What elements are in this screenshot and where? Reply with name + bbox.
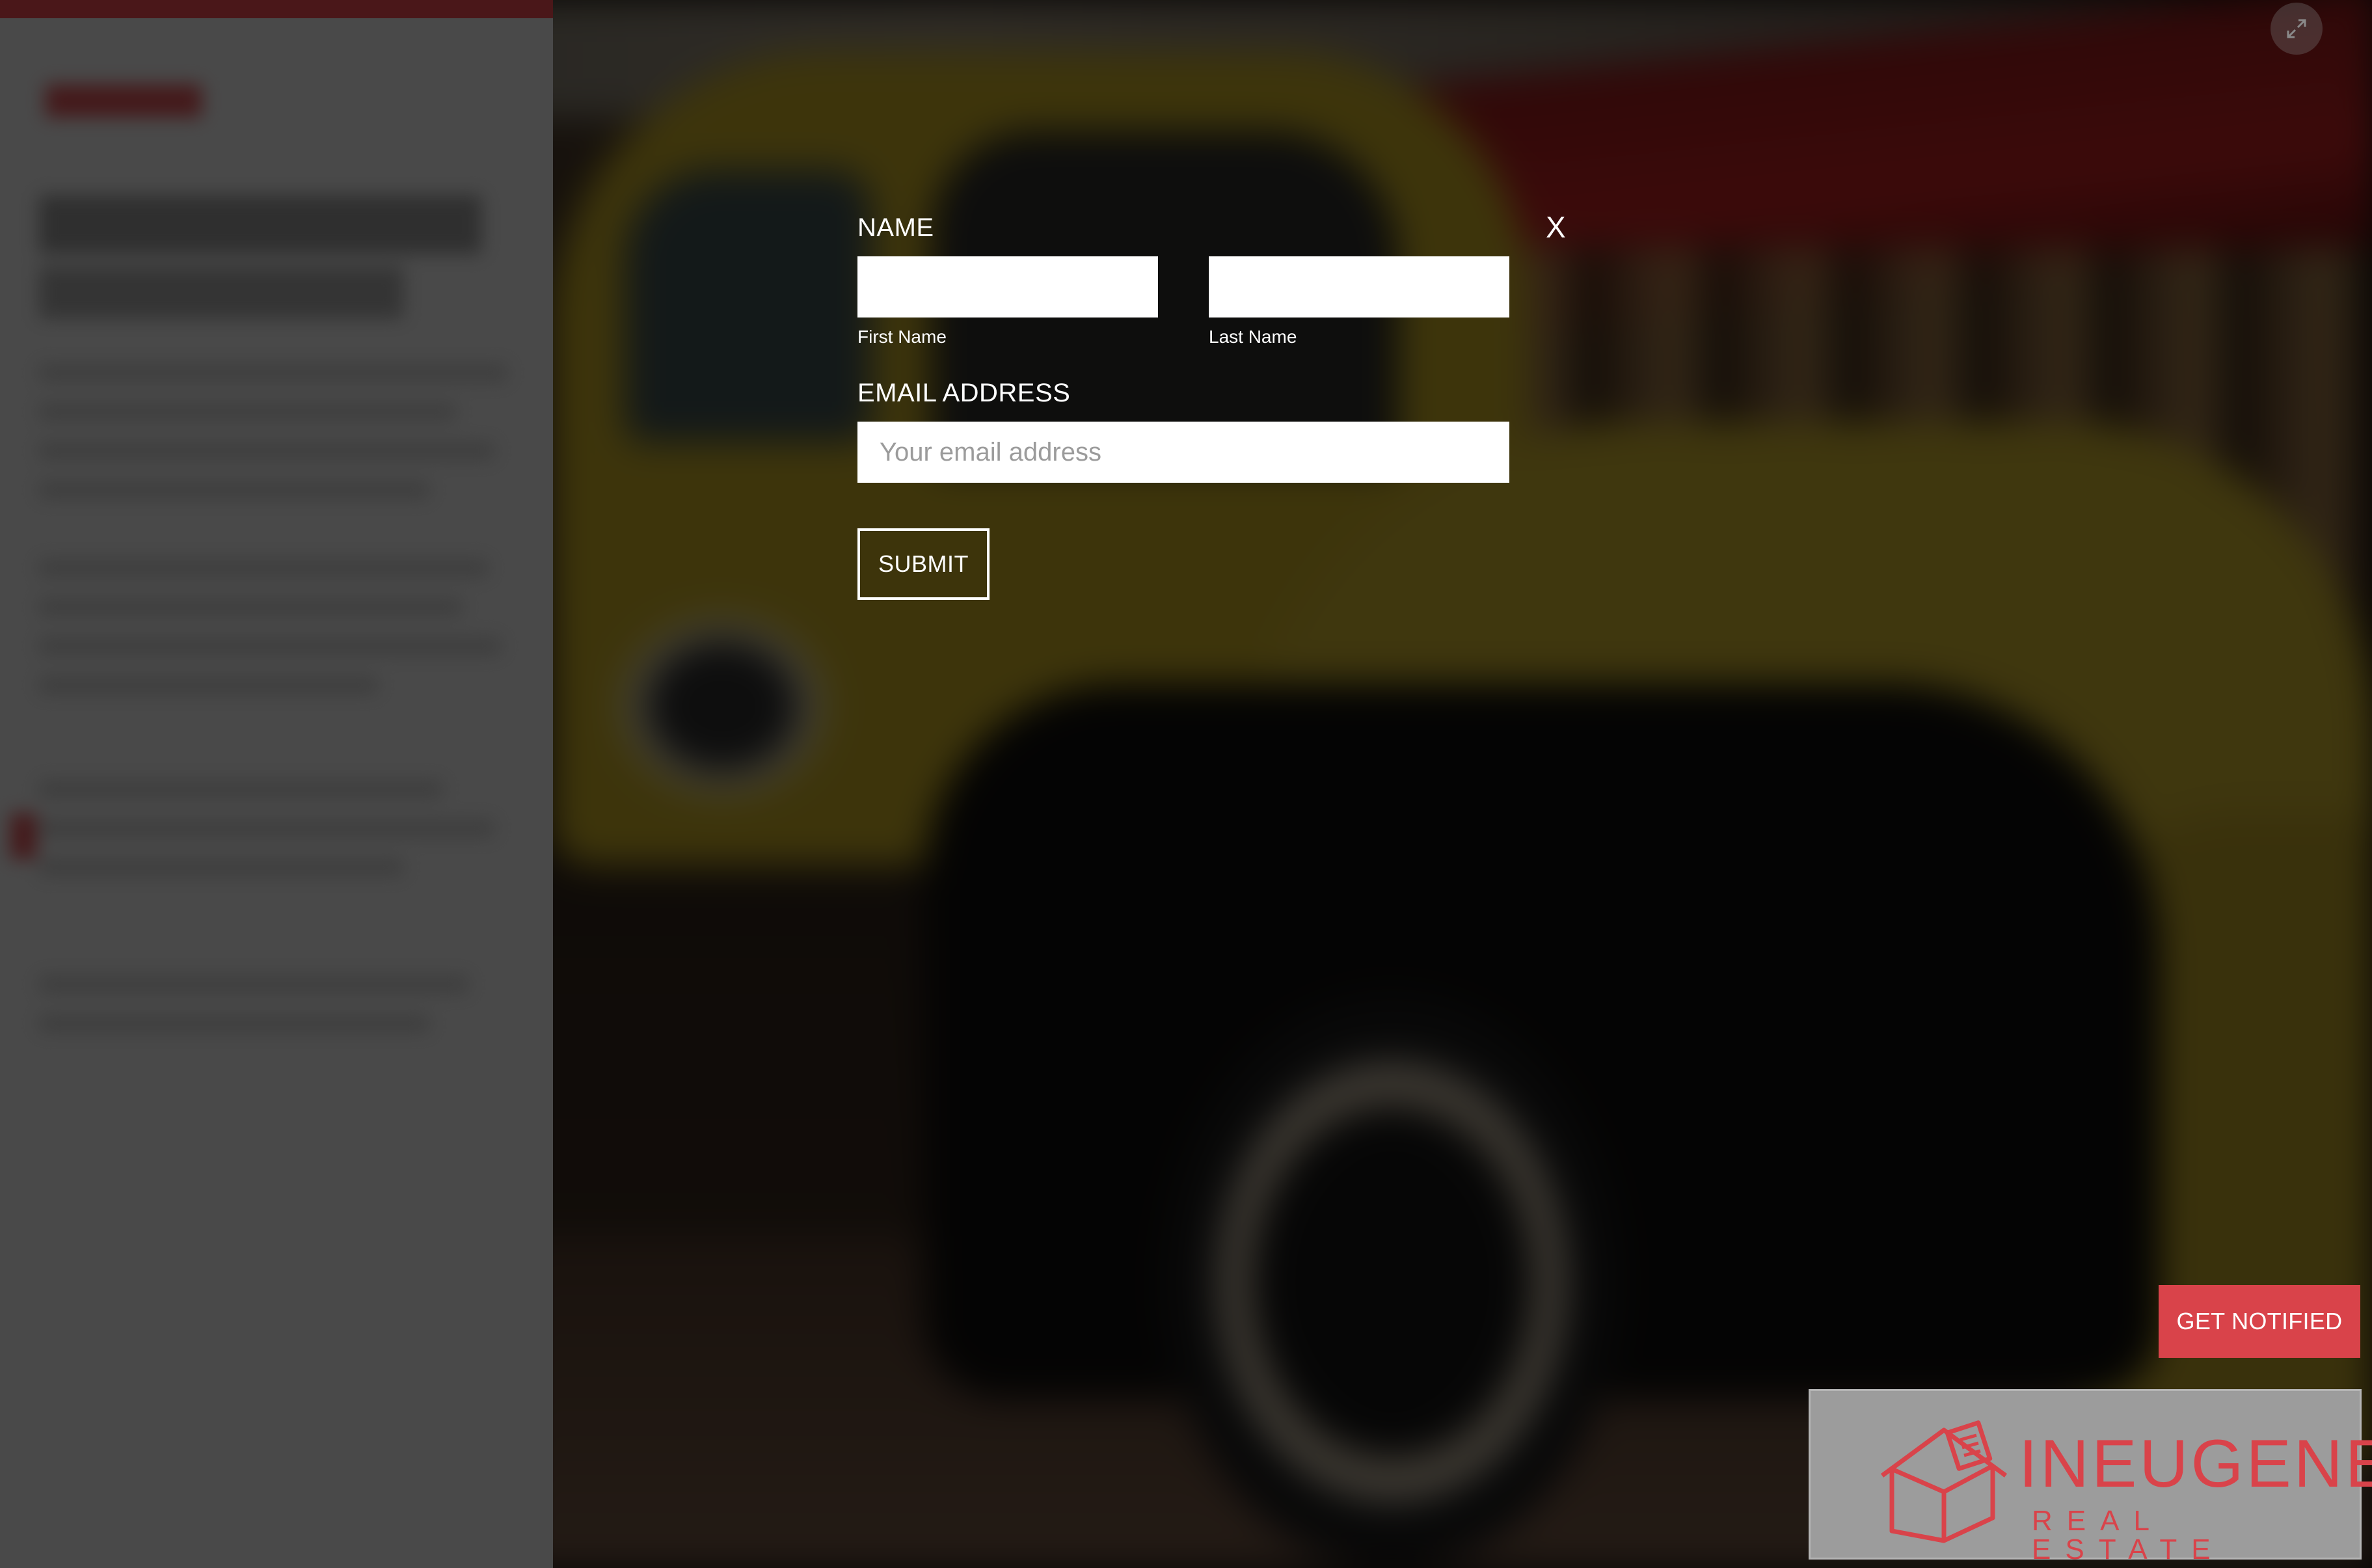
email-heading: EMAIL ADDRESS — [857, 379, 1071, 407]
last-name-input[interactable] — [1209, 256, 1509, 318]
page: NAME X First Name Last Name EMAIL ADDRES… — [0, 0, 2372, 1568]
close-button[interactable]: X — [1546, 210, 1566, 245]
name-heading: NAME — [857, 213, 934, 242]
get-notified-button[interactable]: GET NOTIFIED — [2159, 1285, 2360, 1358]
signup-modal: NAME X First Name Last Name EMAIL ADDRES… — [857, 195, 1580, 625]
last-name-label: Last Name — [1209, 327, 1297, 347]
fullscreen-button[interactable] — [2271, 3, 2323, 55]
logo-tagline: REAL ESTATE — [2032, 1505, 2225, 1565]
first-name-input[interactable] — [857, 256, 1158, 318]
house-logo-icon — [1880, 1420, 2008, 1543]
brand-logo[interactable]: INEUGENE REAL ESTATE — [1809, 1389, 2372, 1564]
logo-wordmark: INEUGENE — [2019, 1426, 2372, 1502]
expand-icon — [2287, 19, 2306, 38]
email-input[interactable] — [857, 422, 1509, 483]
first-name-label: First Name — [857, 327, 947, 347]
submit-button[interactable]: SUBMIT — [857, 528, 990, 600]
